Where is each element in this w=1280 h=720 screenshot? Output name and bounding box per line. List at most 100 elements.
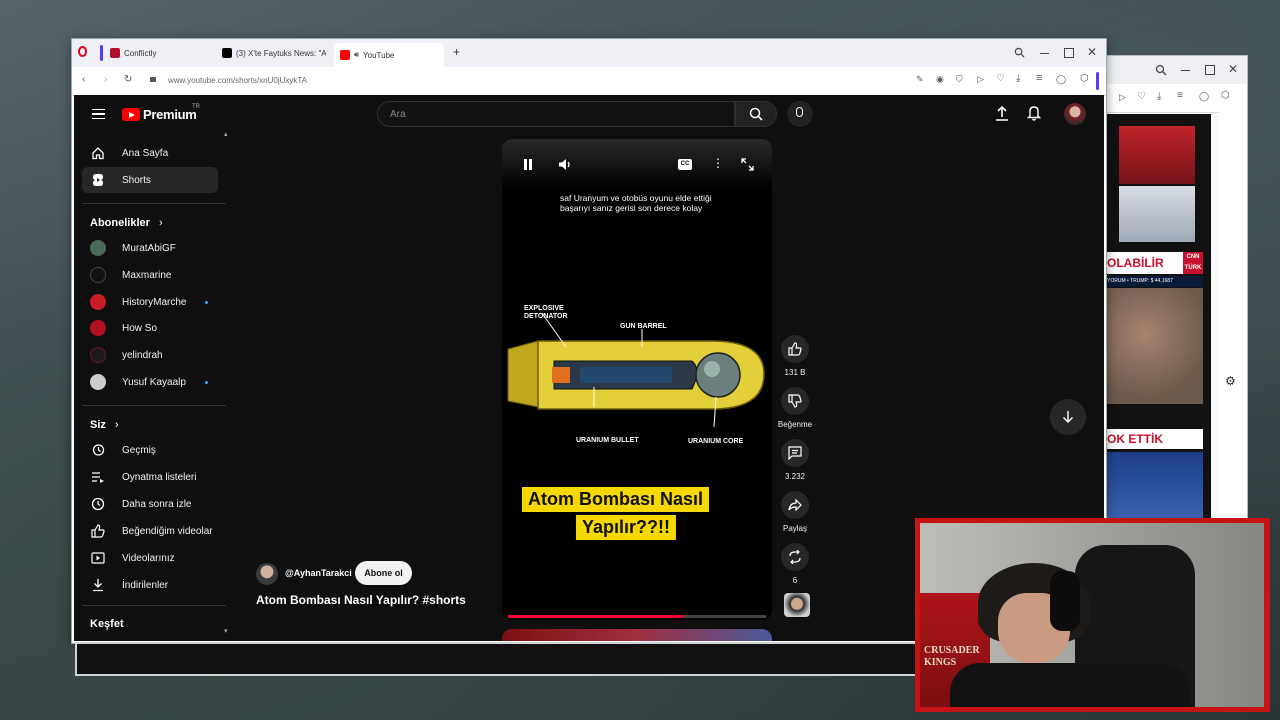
chevron-right-icon: › (114, 419, 119, 431)
fullscreen-icon[interactable] (741, 158, 754, 171)
clock-icon (90, 496, 106, 512)
share-label: Paylaş (782, 524, 807, 533)
shield-icon[interactable]: ⛉ (956, 74, 963, 85)
channel-name[interactable]: @AyhanTarakci (285, 568, 352, 578)
camera-icon[interactable]: ◉ (936, 74, 944, 85)
sidebar-item-sub-4[interactable]: How So (82, 315, 218, 341)
search-placeholder: Ara (390, 109, 406, 120)
tab-youtube[interactable]: 🔊︎ YouTube (334, 43, 444, 67)
search-icon (749, 107, 763, 121)
shorts-player[interactable]: CC ⋮ saf Uranyum ve otobüs oyunu elde et… (502, 139, 772, 620)
logo-region: TR (192, 104, 200, 110)
secondary-title-bar: ✕ (1099, 56, 1247, 84)
tab-label: (3) X'te Faytuks News: "A (236, 48, 326, 58)
like-button[interactable] (781, 335, 809, 363)
profile-icon[interactable]: ◯ (1056, 74, 1066, 85)
notifications-bell-icon[interactable] (1027, 105, 1041, 121)
subscribe-button[interactable]: Abone ol (355, 561, 412, 585)
sidebar-item-label: İndirilenler (122, 579, 169, 591)
captions-icon[interactable]: CC (678, 159, 692, 170)
tab-x[interactable]: (3) X'te Faytuks News: "A (216, 43, 326, 63)
remix-button[interactable] (781, 543, 809, 571)
channel-avatar[interactable] (256, 563, 278, 585)
webcam-person-body (950, 663, 1190, 707)
more-options-icon[interactable]: ⋮ (712, 157, 724, 169)
sidebar-divider (82, 405, 226, 406)
comments-button[interactable] (781, 439, 809, 467)
sidebar-item-shorts[interactable]: Shorts (82, 167, 218, 193)
close-icon[interactable]: ✕ (1228, 62, 1238, 76)
maximize-icon[interactable] (1205, 65, 1215, 75)
progress-track[interactable] (508, 615, 766, 618)
player-top-gradient (502, 139, 772, 189)
hamburger-menu-icon[interactable] (92, 109, 105, 119)
search-icon[interactable] (1155, 64, 1167, 76)
sidebar-item-label: How So (122, 322, 158, 334)
sidebar-item-liked[interactable]: Beğendiğim videolar (82, 518, 218, 544)
sidebar-item-downloads[interactable]: İndirilenler (82, 572, 218, 598)
extensions-icon[interactable]: ⬡ (1221, 90, 1230, 101)
you-heading[interactable]: Siz › (90, 419, 119, 431)
maximize-icon[interactable] (1064, 48, 1074, 58)
volume-icon[interactable] (558, 158, 572, 171)
sidebar-item-home[interactable]: Ana Sayfa (82, 140, 218, 166)
sidebar-scroll-up-icon[interactable]: ▴ (224, 130, 228, 138)
speaker-icon[interactable]: 🔊︎ (354, 50, 359, 60)
minimize-icon[interactable] (1181, 70, 1190, 71)
video-title-overlay-line1: Atom Bombası Nasıl (522, 487, 710, 512)
forward-icon[interactable]: › (104, 74, 107, 85)
subscriptions-heading[interactable]: Abonelikler › (90, 217, 163, 229)
news-headline: OLABİLİR (1107, 256, 1164, 270)
close-icon[interactable]: ✕ (1087, 45, 1097, 59)
sidebar-item-history[interactable]: Geçmiş (82, 437, 218, 463)
extensions-icon[interactable]: ⬡ (1080, 73, 1089, 84)
menu-icon[interactable]: ≡ (1036, 72, 1042, 84)
edit-icon[interactable]: ✎ (916, 74, 924, 85)
sidebar-scroll-down-icon[interactable]: ▾ (224, 627, 228, 635)
download-icon[interactable]: ⤓ (1157, 91, 1161, 102)
next-short-preview[interactable] (502, 629, 772, 641)
profile-icon[interactable]: ◯ (1199, 91, 1209, 102)
upload-icon[interactable] (995, 106, 1009, 122)
minimize-icon[interactable] (1040, 53, 1049, 54)
back-icon[interactable]: ‹ (82, 74, 85, 85)
youtube-logo-icon[interactable] (122, 108, 140, 121)
search-box[interactable]: Ara (377, 101, 735, 127)
voice-search-button[interactable] (787, 101, 813, 127)
sidebar-item-label: yelindrah (122, 349, 163, 361)
search-button[interactable] (735, 101, 777, 127)
sidebar-item-label: Shorts (122, 174, 151, 186)
pause-icon[interactable] (524, 159, 527, 170)
arrow-down-icon (1063, 411, 1073, 423)
sidebar-item-playlists[interactable]: Oynatma listeleri (82, 464, 218, 490)
account-avatar[interactable] (1064, 103, 1086, 125)
tab-conflictly[interactable]: Conflictly (104, 43, 214, 63)
search-tabs-icon[interactable] (1014, 47, 1025, 58)
sound-thumbnail[interactable] (784, 593, 810, 617)
logo-text[interactable]: Premium (143, 107, 197, 122)
dislike-button[interactable] (781, 387, 809, 415)
sidebar-accent (100, 45, 103, 61)
menu-icon[interactable]: ≡ (1177, 90, 1183, 101)
next-short-button[interactable] (1050, 399, 1086, 435)
sidebar-item-sub-1[interactable]: MuratAbiGF (82, 235, 218, 261)
share-button[interactable] (781, 491, 809, 519)
short-title[interactable]: Atom Bombası Nasıl Yapılır? #shorts (256, 593, 466, 607)
reload-icon[interactable]: ↻ (124, 74, 132, 85)
settings-icon[interactable]: ⚙ (1225, 374, 1236, 388)
heart-icon[interactable]: ♡ (1137, 91, 1146, 102)
sidebar-item-sub-3[interactable]: HistoryMarche (82, 289, 218, 315)
sidebar-item-your-videos[interactable]: Videolarınız (82, 545, 218, 571)
sidebar-item-watch-later[interactable]: Daha sonra izle (82, 491, 218, 517)
new-tab-icon[interactable]: + (453, 45, 460, 59)
sidebar-item-sub-6[interactable]: Yusuf Kayaalp (82, 369, 218, 395)
url-field[interactable]: www.youtube.com/shorts/xnU0jUxykTA (168, 76, 307, 85)
opera-logo-icon[interactable] (78, 46, 87, 57)
play-icon[interactable]: ▷ (977, 74, 984, 85)
sidebar-item-sub-2[interactable]: Maxmarine (82, 262, 218, 288)
heart-icon[interactable]: ♡ (996, 73, 1005, 84)
download-icon[interactable]: ⤓ (1016, 73, 1020, 84)
sidebar-item-sub-5[interactable]: yelindrah (82, 342, 218, 368)
play-icon[interactable]: ▷ (1119, 92, 1126, 103)
sidebar-item-label: Geçmiş (122, 444, 156, 456)
